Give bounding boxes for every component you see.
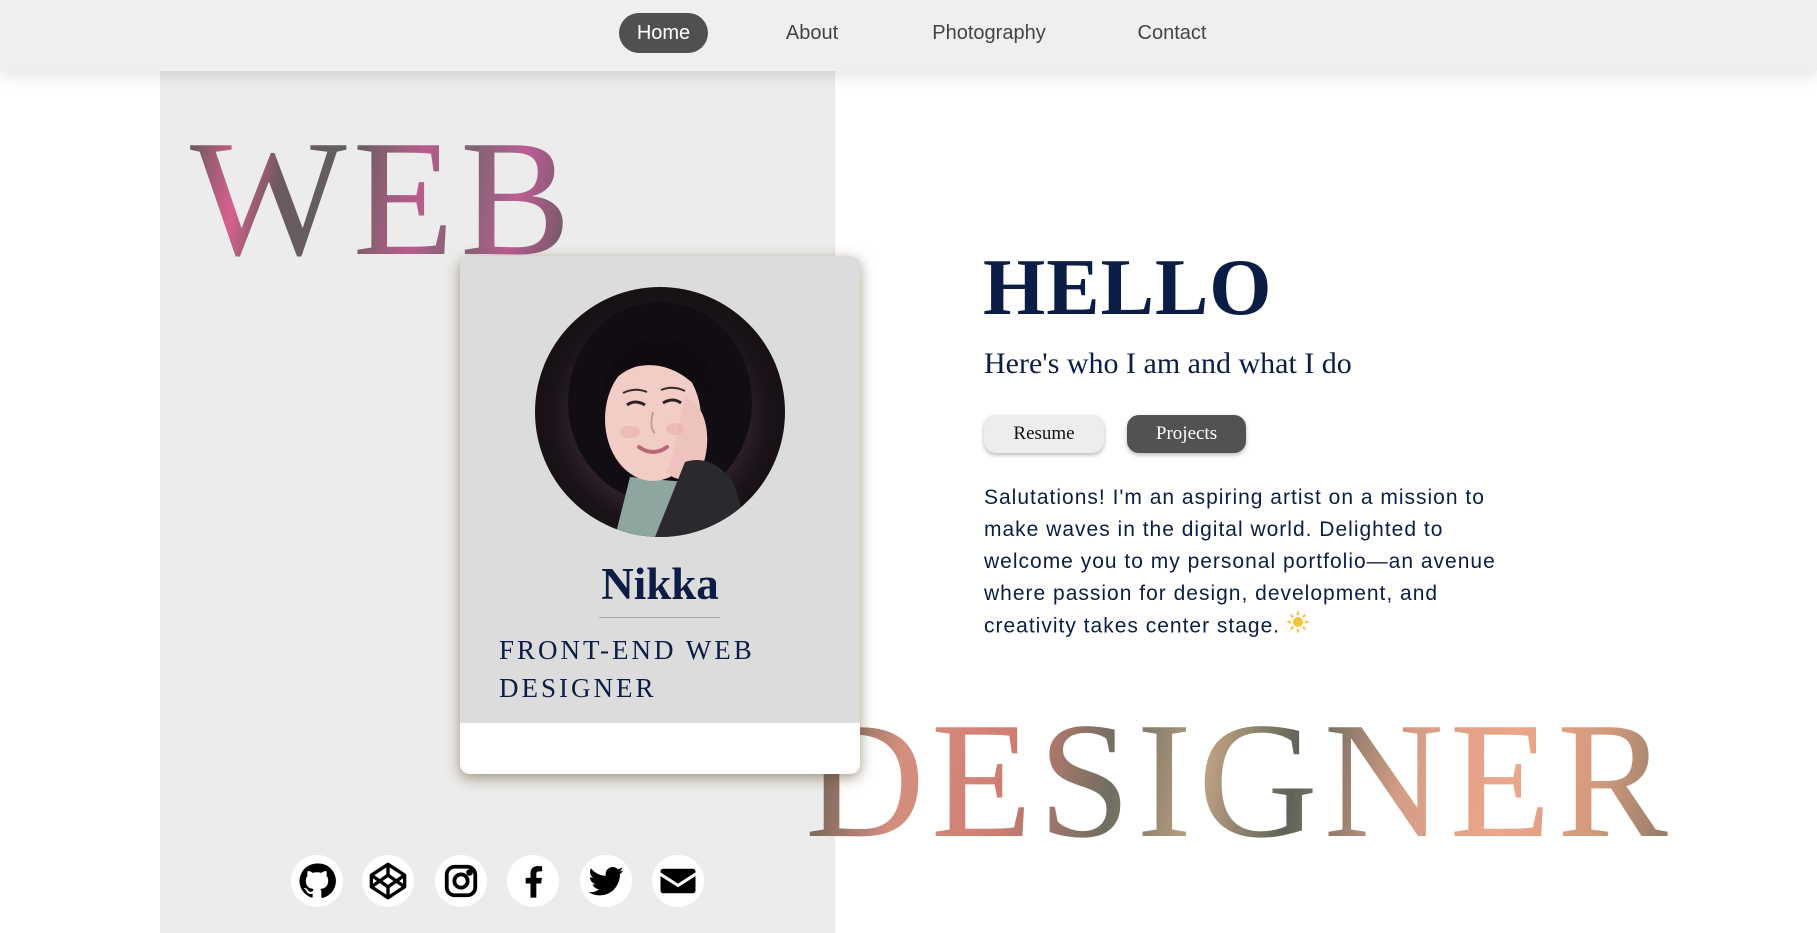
nav-about[interactable]: About xyxy=(775,13,849,53)
profile-name: Nikka xyxy=(601,559,719,609)
profile-divider xyxy=(599,617,720,618)
nav-photography[interactable]: Photography xyxy=(925,13,1053,53)
nav-contact[interactable]: Contact xyxy=(1130,13,1214,53)
twitter-icon[interactable] xyxy=(580,855,632,907)
projects-button[interactable]: Projects xyxy=(1127,415,1246,453)
facebook-icon[interactable] xyxy=(507,855,559,907)
top-nav: Home About Photography Contact xyxy=(0,0,1817,71)
avatar-portrait xyxy=(568,302,752,537)
resume-button[interactable]: Resume xyxy=(984,415,1104,453)
intro-bio: Salutations! I'm an aspiring artist on a… xyxy=(984,482,1524,644)
avatar xyxy=(535,287,785,537)
profile-card: Nikka FRONT-END WEB DESIGNER xyxy=(460,256,860,774)
email-icon[interactable] xyxy=(652,855,704,907)
nav-home[interactable]: Home xyxy=(619,13,708,53)
profile-role: FRONT-END WEB DESIGNER xyxy=(499,635,755,703)
hero-word-designer: DESIGNER xyxy=(805,688,1674,872)
github-icon[interactable] xyxy=(291,855,343,907)
hello-heading: HELLO xyxy=(983,244,1273,332)
intro-bio-text: Salutations! I'm an aspiring artist on a… xyxy=(984,486,1496,638)
instagram-icon[interactable] xyxy=(435,855,487,907)
hero-subtitle: Here's who I am and what I do xyxy=(984,347,1352,380)
codepen-icon[interactable] xyxy=(362,855,414,907)
sun-icon xyxy=(1286,610,1311,644)
